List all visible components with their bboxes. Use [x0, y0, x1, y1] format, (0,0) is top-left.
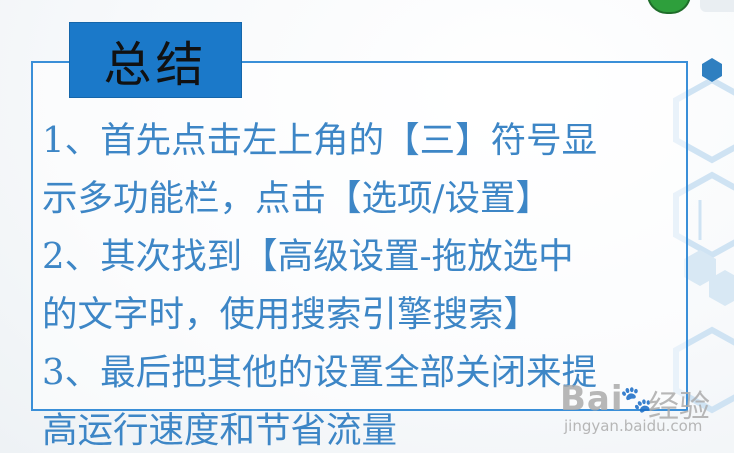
watermark-logo-text: Bai: [560, 379, 624, 419]
title-text: 总结: [103, 37, 208, 93]
summary-line: 2、其次找到【高级设置-拖放选中: [42, 236, 574, 277]
watermark-url: jingyan.baidu.com: [564, 417, 703, 435]
summary-line: 的文字时，使用搜索引擎搜索】: [42, 294, 540, 335]
corner-tab: [700, 0, 734, 12]
baidu-watermark: Bai 🐾 经验 jingyan.baidu.com: [560, 379, 730, 439]
title-badge: 总结: [70, 23, 241, 97]
hexagon-dark-accent: [702, 58, 722, 82]
summary-line: 1、首先点击左上角的【三】符号显: [42, 120, 598, 161]
summary-line: 示多功能栏，点击【选项/设置】: [42, 178, 551, 219]
